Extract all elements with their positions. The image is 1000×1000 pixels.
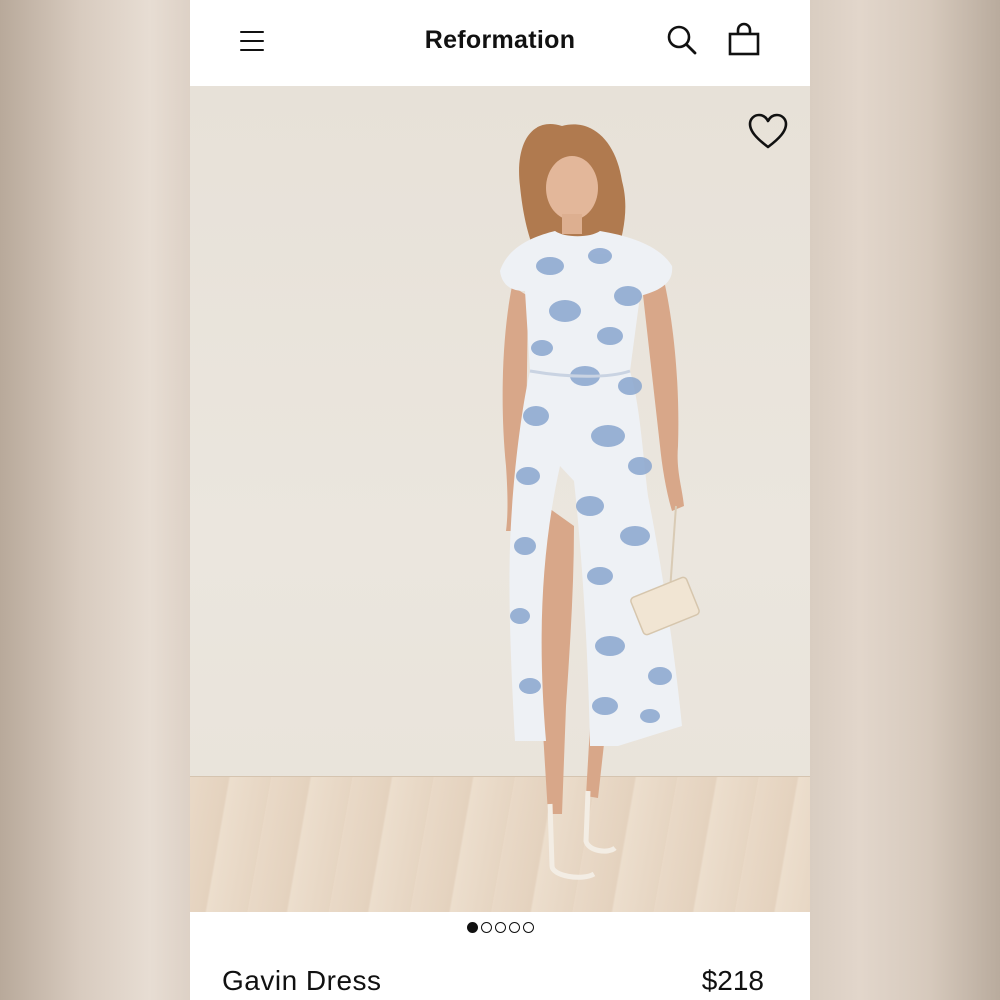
carousel-dot-4[interactable] (508, 922, 520, 933)
product-image[interactable] (190, 86, 810, 912)
carousel-dot-5[interactable] (522, 922, 534, 933)
brand-logo[interactable]: Reformation (190, 26, 810, 55)
top-nav-bar: Reformation (190, 0, 810, 86)
carousel-dot-3[interactable] (494, 922, 506, 933)
mobile-screen: Reformation Gavin Dress $218 (190, 0, 810, 1000)
product-name: Gavin Dress (222, 965, 382, 996)
product-price: $218 (701, 965, 764, 996)
carousel-dot-2[interactable] (480, 922, 492, 933)
carousel-dot-1[interactable] (466, 922, 478, 933)
carousel-indicator (190, 922, 810, 940)
shopping-bag-icon[interactable] (726, 22, 762, 58)
heart-icon[interactable] (746, 112, 790, 152)
search-icon[interactable] (664, 22, 700, 58)
model-figure (500, 124, 700, 880)
